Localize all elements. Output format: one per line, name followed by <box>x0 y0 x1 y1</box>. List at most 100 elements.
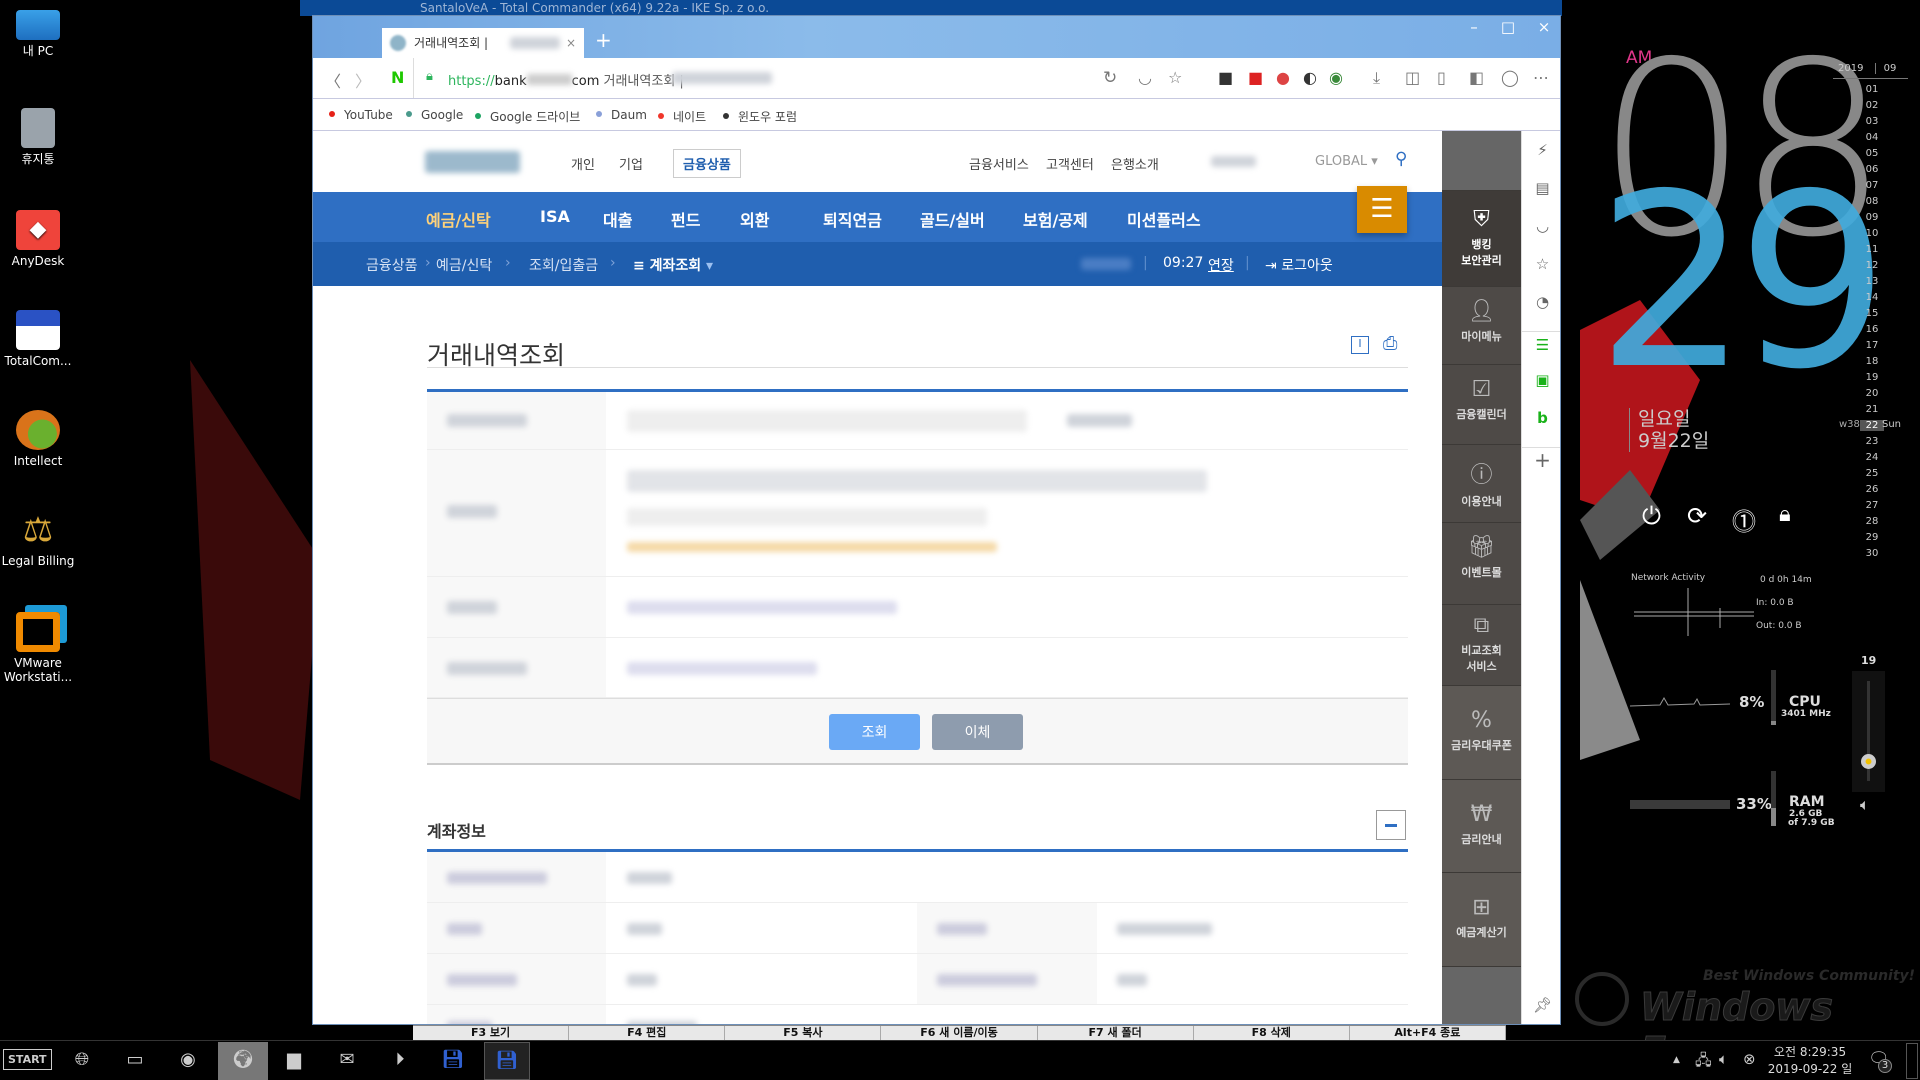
tray-network-icon[interactable]: 🖧︎ <box>1695 1050 1712 1075</box>
calendar-day[interactable]: 16 <box>1860 324 1884 335</box>
calendar-day[interactable]: 22 <box>1860 420 1884 431</box>
logout-button[interactable]: ⇥ 로그아웃 <box>1265 255 1333 275</box>
desktop-icon-anydesk[interactable]: ◆ AnyDesk <box>0 210 76 268</box>
calendar-day[interactable]: 10 <box>1860 228 1884 239</box>
more-icon[interactable]: ⋯ <box>1533 68 1549 87</box>
tray-volume-icon[interactable]: 🔈︎ <box>1719 1050 1728 1068</box>
side-menu-security[interactable]: ⛨ 뱅킹 보안관리 <box>1442 191 1521 287</box>
reader-icon[interactable]: ▯ <box>1437 68 1446 87</box>
desktop-icon-vmware[interactable]: VMware Workstati... <box>0 612 76 684</box>
altf4-exit-button[interactable]: Alt+F4 종료 <box>1350 1026 1506 1040</box>
favorites-star-icon[interactable]: ☆ <box>1522 255 1560 273</box>
tab-close-button[interactable]: × <box>566 28 576 58</box>
speaker-icon[interactable]: 🔈︎ <box>1860 795 1870 815</box>
back-icon[interactable]: 〈 <box>325 68 341 92</box>
download-icon[interactable]: ⤓ <box>1373 68 1380 88</box>
breadcrumb-item[interactable]: 조회/입출금 <box>529 255 598 275</box>
calendar-day[interactable]: 13 <box>1860 276 1884 287</box>
desktop-icon-recycle-bin[interactable]: 휴지통 <box>0 108 76 166</box>
bookmark-star-icon[interactable]: ☆ <box>1168 68 1182 87</box>
extension-2-icon[interactable]: ■ <box>1248 68 1263 87</box>
calendar-day[interactable]: 18 <box>1860 356 1884 367</box>
network-globe-icon[interactable]: 🌐︎ <box>62 1049 102 1070</box>
calendar-day[interactable]: 15 <box>1860 308 1884 319</box>
f7-newfolder-button[interactable]: F7 새 폴더 <box>1038 1026 1194 1040</box>
side-menu-calculator[interactable]: ⊞ 예금계산기 <box>1442 873 1521 967</box>
forward-icon[interactable]: 〉 <box>355 68 371 92</box>
reload-icon[interactable]: ↻ <box>1103 68 1117 88</box>
breadcrumb-item[interactable]: 금융상품 <box>366 255 418 275</box>
side-menu-compare[interactable]: ⧉ 비교조회 서비스 <box>1442 605 1521 686</box>
power-icon[interactable]: ⏻ <box>1642 502 1661 530</box>
list-icon[interactable]: ☰ <box>1522 331 1560 354</box>
calendar-day[interactable]: 21 <box>1860 404 1884 415</box>
calendar-day[interactable]: 07 <box>1860 180 1884 191</box>
sidebar-toggle-icon[interactable]: ◧ <box>1469 68 1484 87</box>
calendar-day[interactable]: 27 <box>1860 500 1884 511</box>
side-menu-event-mall[interactable]: 🎁︎ 이벤트몰 <box>1442 523 1521 605</box>
extension-3-icon[interactable]: ● <box>1276 68 1290 87</box>
text-size-icon[interactable]: I <box>1351 336 1369 354</box>
tray-close-icon[interactable]: ⊗ <box>1743 1050 1756 1068</box>
gnb-deposit[interactable]: 예금/신탁 <box>426 207 491 246</box>
calendar-day[interactable]: 26 <box>1860 484 1884 495</box>
tab-active[interactable]: 거래내역조회 | × <box>382 28 584 58</box>
gnb-fx[interactable]: 외환 <box>740 207 769 231</box>
tray-overflow-icon[interactable]: ▲ <box>1673 1055 1680 1065</box>
chrome-icon[interactable]: ◉ <box>168 1049 208 1070</box>
history-icon[interactable]: ◔ <box>1522 293 1560 311</box>
search-icon[interactable]: ⚲ <box>1395 149 1407 169</box>
calendar-day[interactable]: 19 <box>1860 372 1884 383</box>
band-icon[interactable]: b <box>1522 409 1560 427</box>
nav-financial-products[interactable]: 금융상품 <box>673 149 741 178</box>
side-menu-my-menu[interactable]: 👤︎ 마이메뉴 <box>1442 287 1521 365</box>
breadcrumb-item[interactable]: 예금/신탁 <box>436 255 492 275</box>
lock-icon[interactable]: 🔒︎ <box>1779 502 1791 527</box>
gnb-fund[interactable]: 펀드 <box>671 207 700 231</box>
shield-icon[interactable]: ◡ <box>1522 217 1560 235</box>
gnb-mission-plus[interactable]: 미션플러스 <box>1127 207 1201 231</box>
period-inputs[interactable] <box>627 470 1207 492</box>
radio-options[interactable] <box>627 601 897 614</box>
account-select[interactable] <box>627 410 1027 432</box>
cabinet-icon[interactable]: ▤ <box>1522 179 1560 197</box>
extension-1-icon[interactable]: ■ <box>1218 68 1233 87</box>
shutdown-icon[interactable]: ⓵ <box>1732 502 1756 537</box>
calendar-day[interactable]: 08 <box>1860 196 1884 207</box>
global-dropdown[interactable]: GLOBAL ▾ <box>1315 154 1378 169</box>
f8-delete-button[interactable]: F8 삭제 <box>1194 1026 1350 1040</box>
bookmark-youtube[interactable]: YouTube <box>329 108 393 122</box>
calendar-day[interactable]: 17 <box>1860 340 1884 351</box>
shopping-icon[interactable]: ▣ <box>1522 371 1560 389</box>
mouse-icon[interactable]: ◐ <box>1303 68 1317 87</box>
side-menu-calendar[interactable]: ☑ 금융캘린더 <box>1442 365 1521 445</box>
volume-knob[interactable] <box>1861 754 1876 769</box>
side-menu-rates[interactable]: ₩ 금리안내 <box>1442 780 1521 873</box>
bookmark-daum[interactable]: Daum <box>596 108 647 122</box>
show-desktop-button[interactable] <box>1906 1043 1918 1079</box>
minimize-button[interactable]: – <box>1459 18 1489 36</box>
side-menu-coupon[interactable]: % 금리우대쿠폰 <box>1442 686 1521 780</box>
util-customer-center[interactable]: 고객센터 <box>1046 154 1094 173</box>
blurred-dropdown[interactable] <box>1211 156 1256 167</box>
calendar-day[interactable]: 03 <box>1860 116 1884 127</box>
calendar-day[interactable]: 29 <box>1860 532 1884 543</box>
bookmark-google[interactable]: Google <box>406 108 463 122</box>
close-window-button[interactable]: × <box>1529 18 1559 36</box>
restart-icon[interactable]: ⟳ <box>1687 502 1707 530</box>
desktop-icon-totalcommander[interactable]: TotalCom... <box>0 310 76 368</box>
volume-slider[interactable] <box>1852 671 1885 792</box>
f4-edit-button[interactable]: F4 편집 <box>569 1026 726 1040</box>
idm-icon[interactable]: ◉ <box>1329 68 1343 87</box>
calendar-day[interactable]: 06 <box>1860 164 1884 175</box>
nav-personal[interactable]: 개인 <box>571 154 595 173</box>
desktop-icon-my-pc[interactable]: 내 PC <box>0 10 76 58</box>
side-menu-guide[interactable]: ⓘ 이용안내 <box>1442 445 1521 523</box>
notification-icon[interactable]: 🗨︎ 3 <box>1868 1049 1892 1073</box>
naver-n-icon[interactable]: N <box>391 68 404 87</box>
radio-options[interactable] <box>627 662 817 675</box>
new-tab-button[interactable]: + <box>595 28 612 52</box>
totalcmd-icon[interactable]: 💾︎ <box>433 1049 473 1070</box>
collapse-button[interactable] <box>1376 810 1406 840</box>
maximize-button[interactable]: □ <box>1493 18 1523 36</box>
